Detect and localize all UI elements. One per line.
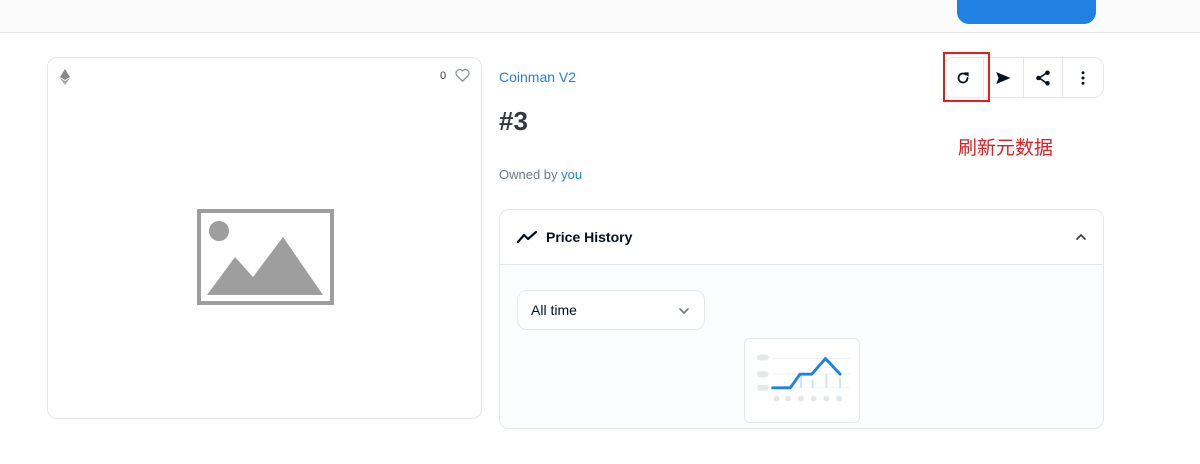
more-options-button[interactable] [1063,58,1103,97]
favorite-count: 0 [440,70,447,82]
chevron-down-icon [679,308,689,315]
owned-by-label: Owned by [499,167,562,182]
price-history-body: All time [500,265,1103,428]
share-button[interactable] [1024,58,1064,97]
annotation-label: 刷新元数据 [958,137,1054,159]
token-title: #3 [499,106,528,136]
top-bar [0,0,1200,33]
chevron-up-icon[interactable] [1075,231,1087,243]
more-vertical-icon [1081,70,1085,85]
empty-chart-icon [744,338,860,423]
send-icon [996,71,1011,84]
trend-line-icon [517,230,537,244]
share-icon [1036,70,1050,85]
owner-line: Owned by you [499,167,582,182]
period-select-value: All time [531,302,577,318]
heart-icon[interactable] [455,68,470,82]
header-primary-button[interactable] [957,0,1096,24]
price-history-title: Price History [546,229,633,245]
owner-link[interactable]: you [561,167,582,182]
period-select[interactable]: All time [517,290,705,330]
collection-link[interactable]: Coinman V2 [499,69,576,85]
asset-image-card: 0 [47,57,482,419]
ethereum-icon [60,69,70,85]
refresh-highlight-box [943,52,990,102]
price-history-header[interactable]: Price History [500,210,1103,265]
image-placeholder-icon [197,209,334,305]
price-history-panel: Price History All time [499,209,1104,429]
